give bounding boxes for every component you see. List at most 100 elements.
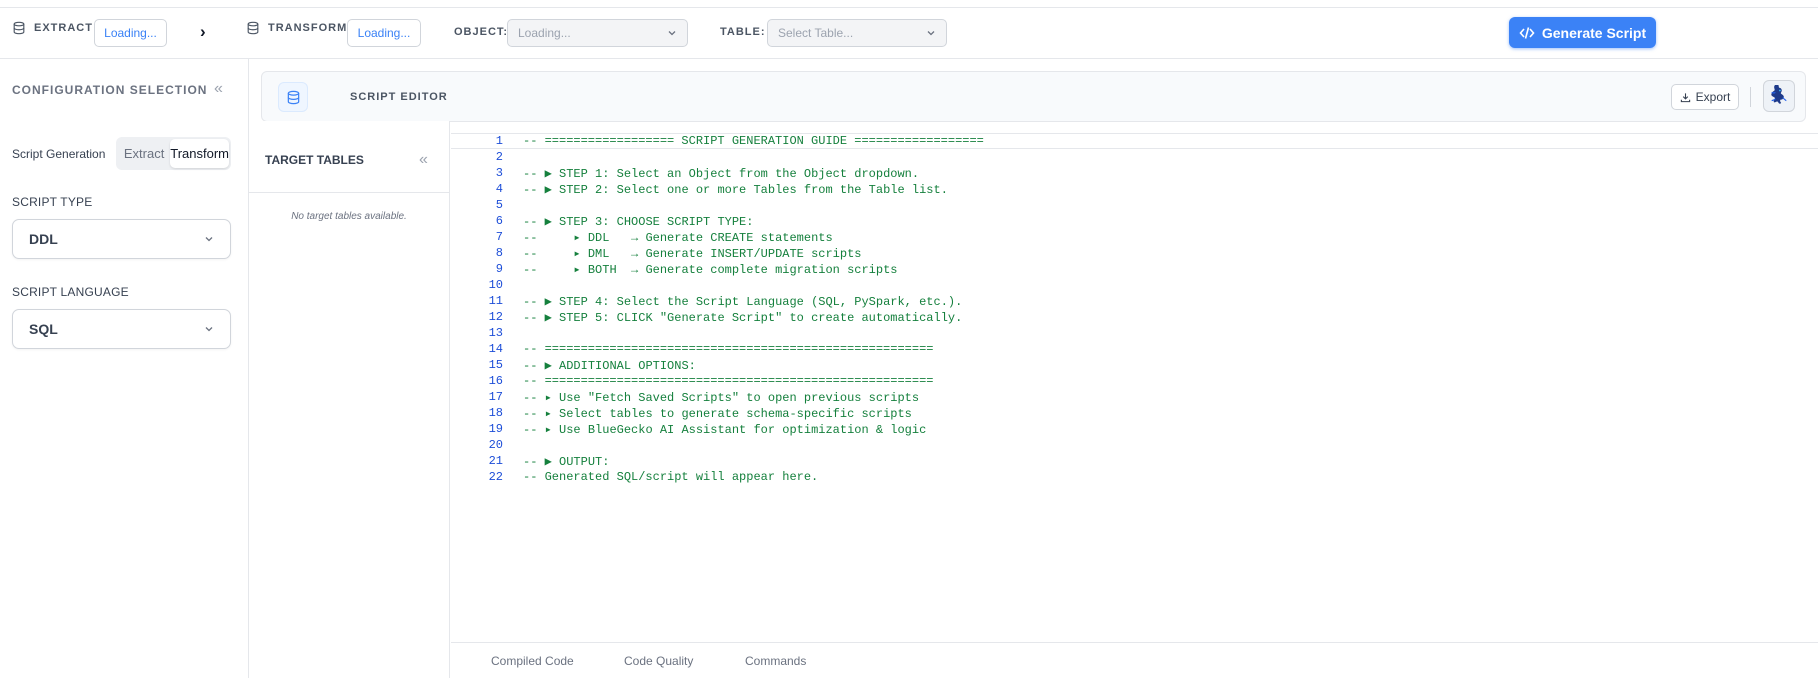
line-number: 15 [488, 358, 503, 372]
database-icon [278, 82, 308, 112]
code-line: 16 -- ===================================… [451, 373, 1818, 389]
table-dropdown[interactable]: Select Table... [767, 19, 947, 47]
line-text: -- ▶ STEP 3: CHOOSE SCRIPT TYPE: [523, 214, 754, 229]
code-icon [1519, 26, 1535, 39]
line-number: 3 [495, 166, 503, 180]
code-line: 21 -- ▶ OUTPUT: [451, 453, 1818, 469]
export-button[interactable]: Export [1671, 84, 1739, 110]
line-text: -- =====================================… [523, 374, 934, 388]
tab-code-quality[interactable]: Code Quality [624, 654, 693, 668]
code-line: 1 -- ================== SCRIPT GENERATION… [451, 133, 1818, 149]
extract-label: EXTRACT [34, 22, 93, 34]
configuration-title: CONFIGURATION SELECTION [12, 83, 208, 97]
gecko-icon [1771, 85, 1787, 104]
database-icon [13, 21, 25, 35]
ai-assistant-button[interactable] [1763, 80, 1795, 112]
configuration-panel: CONFIGURATION SELECTION « Script Generat… [0, 59, 249, 678]
line-number: 18 [488, 406, 503, 420]
line-number: 13 [488, 326, 503, 340]
object-placeholder: Loading... [518, 26, 571, 40]
code-line: 4 -- ▶ STEP 2: Select one or more Tables … [451, 181, 1818, 197]
extract-group: EXTRACT [12, 21, 93, 35]
chevron-down-icon [668, 31, 676, 36]
toolbar: EXTRACT Loading... › TRANSFORM Loading..… [0, 8, 1818, 59]
chevron-down-icon [205, 327, 213, 332]
line-text: -- ================== SCRIPT GENERATION … [523, 134, 984, 148]
code-line: 5 [451, 197, 1818, 213]
code-line: 6 -- ▶ STEP 3: CHOOSE SCRIPT TYPE: [451, 213, 1818, 229]
line-text: -- ▶ STEP 2: Select one or more Tables f… [523, 182, 948, 197]
bottom-tab-bar: Compiled Code Code Quality Commands [451, 642, 1818, 678]
table-label: TABLE: [720, 26, 766, 38]
line-number: 17 [488, 390, 503, 404]
line-number: 21 [488, 454, 503, 468]
line-number: 7 [495, 230, 503, 244]
line-number: 8 [495, 246, 503, 260]
code-editor[interactable]: 1 -- ================== SCRIPT GENERATION… [451, 122, 1818, 642]
object-label: OBJECT: [454, 26, 509, 38]
line-number: 11 [488, 294, 503, 308]
line-number: 22 [488, 470, 503, 484]
code-line: 17 -- ▸ Use "Fetch Saved Scripts" to open… [451, 389, 1818, 405]
line-text: -- ▶ STEP 5: CLICK "Generate Script" to … [523, 310, 963, 325]
tab-commands[interactable]: Commands [745, 654, 806, 668]
code-line: 19 -- ▸ Use BlueGecko AI Assistant for op… [451, 421, 1818, 437]
line-number: 2 [495, 150, 503, 164]
code-line: 9 -- ▸ BOTH → Generate complete migration… [451, 261, 1818, 277]
generate-script-button[interactable]: Generate Script [1509, 17, 1656, 48]
line-text: -- ▶ OUTPUT: [523, 454, 610, 469]
line-number: 5 [495, 198, 503, 212]
extract-select[interactable]: Loading... [94, 19, 167, 47]
line-text: -- ▸ BOTH → Generate complete migration … [523, 262, 898, 277]
line-text: -- ▸ DDL → Generate CREATE statements [523, 230, 833, 245]
object-dropdown[interactable]: Loading... [507, 19, 688, 47]
collapse-config-icon[interactable]: « [214, 80, 223, 98]
script-language-label: SCRIPT LANGUAGE [12, 285, 129, 299]
transform-group: TRANSFORM [246, 21, 347, 35]
tab-compiled-code[interactable]: Compiled Code [491, 654, 574, 668]
script-language-value: SQL [29, 321, 58, 337]
script-generation-toggle: Extract Transform [116, 137, 231, 170]
code-line: 15 -- ▶ ADDITIONAL OPTIONS: [451, 357, 1818, 373]
script-language-dropdown[interactable]: SQL [12, 309, 231, 349]
code-line: 13 [451, 325, 1818, 341]
toggle-transform[interactable]: Transform [170, 139, 229, 168]
script-type-label: SCRIPT TYPE [12, 195, 93, 209]
line-number: 9 [495, 262, 503, 276]
transform-label: TRANSFORM [268, 22, 348, 34]
chevron-right-icon: › [200, 22, 206, 41]
divider [1750, 87, 1751, 107]
transform-select[interactable]: Loading... [347, 19, 421, 47]
line-number: 4 [495, 182, 503, 196]
code-line: 11 -- ▶ STEP 4: Select the Script Languag… [451, 293, 1818, 309]
script-editor-title: SCRIPT EDITOR [350, 91, 448, 103]
line-text: -- Generated SQL/script will appear here… [523, 470, 819, 484]
code-line: 10 [451, 277, 1818, 293]
code-line: 14 -- ===================================… [451, 341, 1818, 357]
chevron-down-icon [927, 31, 935, 36]
script-type-value: DDL [29, 231, 58, 247]
line-number: 16 [488, 374, 503, 388]
line-number: 19 [488, 422, 503, 436]
chevron-down-icon [205, 237, 213, 242]
script-type-dropdown[interactable]: DDL [12, 219, 231, 259]
line-text: -- ▶ ADDITIONAL OPTIONS: [523, 358, 696, 373]
code-line: 18 -- ▸ Select tables to generate schema-… [451, 405, 1818, 421]
line-number: 10 [488, 278, 503, 292]
code-line: 8 -- ▸ DML → Generate INSERT/UPDATE scrip… [451, 245, 1818, 261]
table-placeholder: Select Table... [778, 26, 854, 40]
top-edge [0, 0, 1818, 8]
target-tables-panel: TARGET TABLES « No target tables availab… [249, 121, 450, 678]
line-number: 20 [488, 438, 503, 452]
app-root: EXTRACT Loading... › TRANSFORM Loading..… [0, 0, 1818, 678]
line-number: 1 [495, 134, 503, 148]
export-label: Export [1695, 90, 1731, 104]
line-number: 6 [495, 214, 503, 228]
line-number: 12 [488, 310, 503, 324]
code-line: 2 [451, 149, 1818, 165]
line-number: 14 [488, 342, 503, 356]
collapse-targets-icon[interactable]: « [419, 151, 428, 169]
generate-script-label: Generate Script [1541, 24, 1647, 41]
line-text: -- ▸ Select tables to generate schema-sp… [523, 406, 912, 421]
toggle-extract[interactable]: Extract [118, 139, 170, 168]
